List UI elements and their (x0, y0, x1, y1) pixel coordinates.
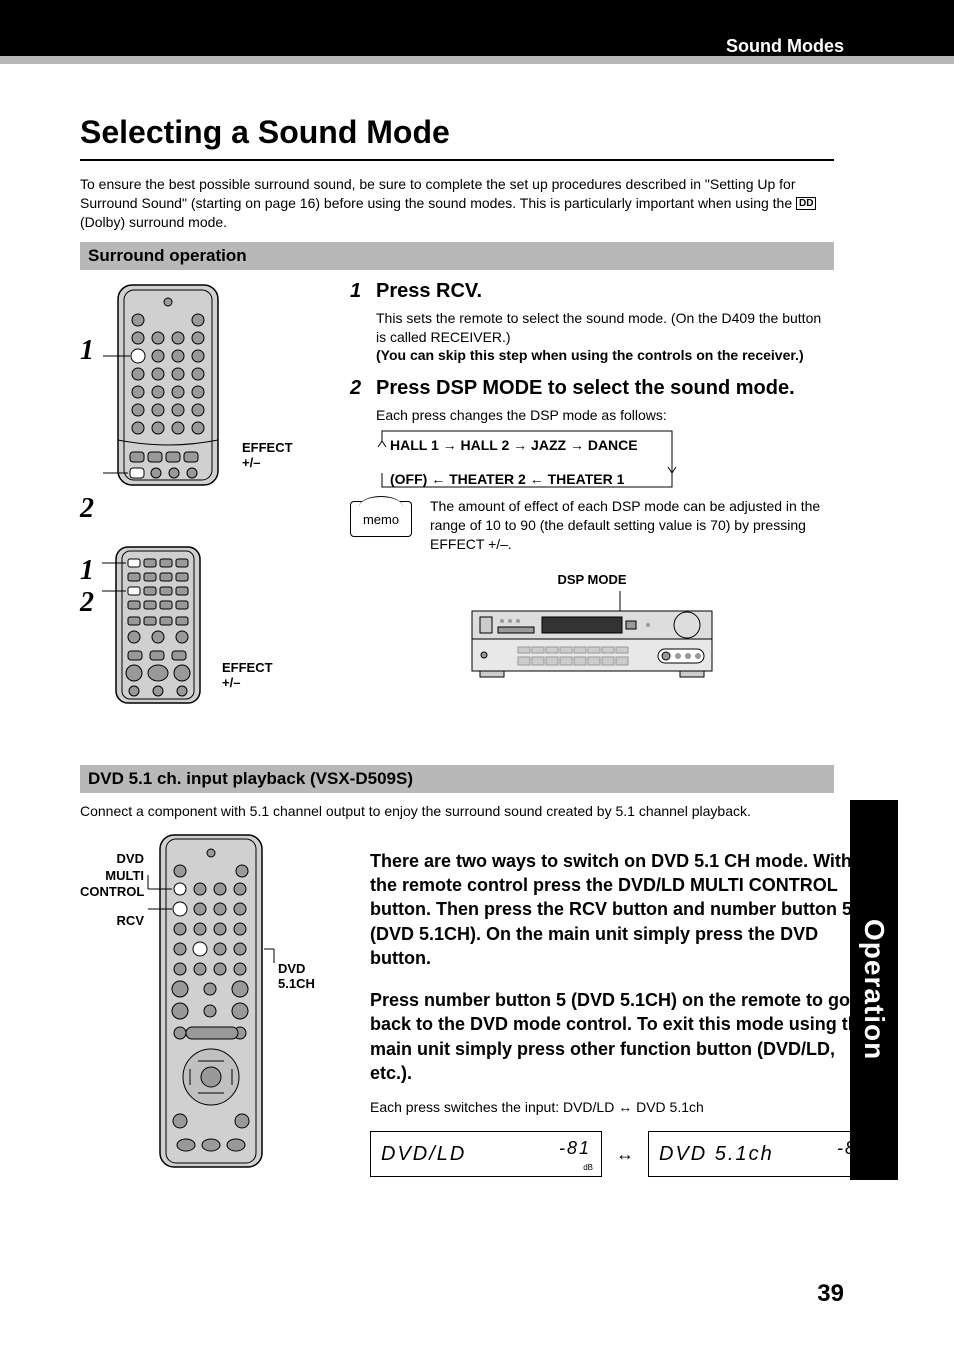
remote1-callout-2: 2 (80, 493, 94, 525)
dvd51-para1: There are two ways to switch on DVD 5.1 … (370, 849, 880, 970)
bidirectional-arrow-icon: ↔ (616, 1144, 634, 1165)
display1-text: DVD/LD (381, 1143, 466, 1166)
display1-unit: dB (583, 1163, 593, 1172)
side-tab-operation: Operation (850, 800, 898, 1180)
page-number: 39 (817, 1280, 844, 1308)
dvd-multi-control-label: DVD MULTI CONTROL (80, 851, 144, 902)
dvd51ch-label: DVD 5.1CH (278, 961, 315, 991)
step-1-body: This sets the remote to select the sound… (376, 310, 821, 345)
dsp-mode-label: DSP MODE (350, 572, 834, 587)
step-1-note: (You can skip this step when using the c… (376, 347, 804, 363)
effect-label-2: EFFECT +/– (222, 660, 273, 690)
dvd51-para2: Press number button 5 (DVD 5.1CH) on the… (370, 988, 880, 1085)
dvd51-intro: Connect a component with 5.1 channel out… (80, 803, 834, 819)
remote2-callout-1: 1 (80, 555, 94, 587)
memo-label: memo (363, 512, 399, 527)
remote-control-illustration-1 (98, 280, 238, 490)
step-2-body: Each press changes the DSP mode as follo… (376, 407, 667, 423)
step-2-title: Press DSP MODE to select the sound mode. (376, 377, 795, 400)
display1-db: -81 (559, 1138, 591, 1159)
intro-text-before: To ensure the best possible surround sou… (80, 176, 796, 211)
rcv-label: RCV (80, 913, 144, 930)
display2-text: DVD 5.1ch (659, 1143, 774, 1166)
intro-text-after: (Dolby) surround mode. (80, 214, 227, 230)
display-dvdld: DVD/LD -81 dB (370, 1131, 602, 1177)
dsp-cycle-diagram: HALL 1 → HALL 2 → JAZZ → DANCE (OFF) ← T… (378, 437, 678, 487)
step-1-title: Press RCV. (376, 280, 482, 303)
remote-control-illustration-2 (98, 545, 218, 705)
remote2-callout-2: 2 (80, 587, 94, 619)
intro-paragraph: To ensure the best possible surround sou… (80, 175, 834, 232)
header-bar: Sound Modes (0, 0, 954, 64)
remote-control-illustration-3 (146, 831, 276, 1171)
memo-text: The amount of effect of each DSP mode ca… (430, 497, 834, 554)
display-dvd51ch: DVD 5.1ch -81 dB (648, 1131, 880, 1177)
dvd51-switch-text: Each press switches the input: DVD/LD ↔ … (370, 1099, 880, 1115)
step-1-number: 1 (350, 280, 368, 303)
step-2-number: 2 (350, 377, 368, 400)
dolby-icon: DD (796, 197, 816, 210)
receiver-unit-illustration (462, 591, 722, 681)
remote1-callout-1: 1 (80, 335, 94, 367)
surround-heading: Surround operation (80, 242, 834, 270)
memo-badge: memo (350, 501, 412, 537)
header-section-title: Sound Modes (726, 36, 844, 57)
page-title: Selecting a Sound Mode (80, 114, 834, 161)
dvd51-heading: DVD 5.1 ch. input playback (VSX-D509S) (80, 765, 834, 793)
effect-label-1: EFFECT +/– (242, 440, 293, 470)
